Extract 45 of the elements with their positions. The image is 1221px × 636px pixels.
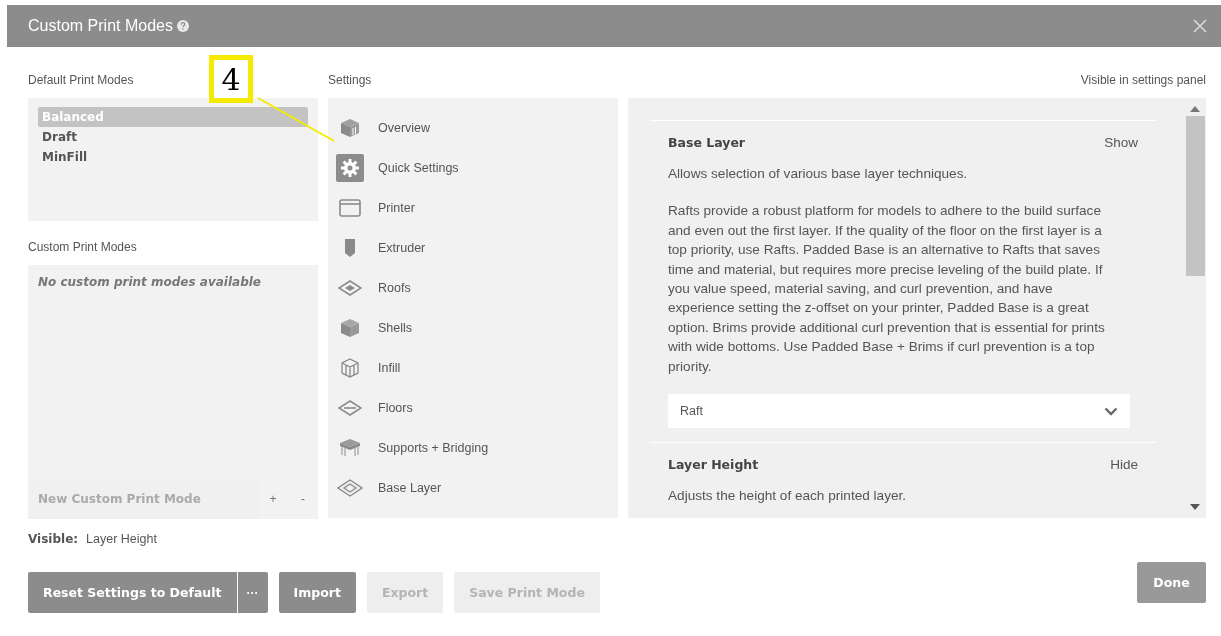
help-icon[interactable] (176, 20, 189, 32)
section-label: Settings (328, 73, 372, 89)
section-label: Default Print Modes (28, 73, 134, 89)
visibility-toggle[interactable]: Hide (1110, 457, 1138, 473)
settings-item[interactable]: Infill (336, 348, 610, 388)
empty-message: No custom print modes available (37, 274, 262, 291)
settings-label: Shells (378, 321, 413, 335)
settings-label: Base Layer (378, 481, 442, 495)
setting-title: Layer Height (668, 457, 759, 473)
setting-title: Base Layer (668, 135, 746, 150)
settings-item[interactable]: Quick Settings (336, 148, 610, 188)
settings-label: Printer (378, 201, 415, 215)
settings-label: Infill (378, 361, 401, 375)
window-title: Custom Print Modes (28, 17, 173, 35)
close-icon[interactable] (1193, 19, 1207, 33)
settings-item[interactable]: Overview (336, 108, 610, 148)
scroll-up-icon[interactable] (1190, 106, 1200, 112)
visibility-toggle[interactable]: Show (1104, 135, 1138, 150)
settings-item[interactable]: Printer (336, 188, 610, 228)
settings-item[interactable]: Shells (336, 308, 610, 348)
settings-label: Supports + Bridging (378, 441, 489, 455)
settings-label: Extruder (378, 241, 426, 255)
settings-item[interactable]: Base Layer (336, 468, 610, 508)
settings-label: Quick Settings (378, 161, 459, 175)
settings-label: Overview (378, 121, 431, 135)
section-label: Visible in settings panel (1080, 73, 1206, 89)
settings-item[interactable]: Floors (336, 388, 610, 428)
visible-label: Visible: (28, 532, 79, 546)
chevron-down-icon (1104, 406, 1118, 416)
visible-value: Layer Height (86, 532, 157, 546)
settings-item[interactable]: Extruder (336, 228, 610, 268)
description: Allows selection of various base layer techniques. (668, 165, 969, 183)
mode-item[interactable]: MinFill (38, 147, 308, 167)
callout-number: 4 (209, 55, 253, 103)
description: Adjusts the height of each printed layer. (668, 487, 908, 506)
section-label: Custom Print Modes (28, 240, 137, 256)
settings-item[interactable]: Supports + Bridging (336, 428, 610, 468)
mode-item[interactable]: Draft (38, 127, 308, 147)
scroll-thumb[interactable] (1185, 116, 1205, 276)
scroll-down-icon[interactable] (1190, 504, 1200, 510)
settings-item[interactable]: Roofs (336, 268, 610, 308)
settings-label: Roofs (378, 281, 411, 295)
settings-label: Floors (378, 401, 413, 415)
description: Rafts provide a robust platform for models to adhere to the build surface and even out the first layer. If the quality of the floor on the first layer is a top priority, use Rafts. Padded Base is an alternative to Rafts that saves time and material, but requires more precise leveling of the build plate. If you value speed, material saving, and curl prevention, and have experience setting the z-offset on your printer, Padded Base is a great option. Brims provide additional curl prevention that is essential for prints with wide bottoms. Use Padded Base + Brims if curl prevention is a top priority. (668, 202, 1106, 376)
dropdown[interactable]: Raft (668, 394, 1130, 429)
